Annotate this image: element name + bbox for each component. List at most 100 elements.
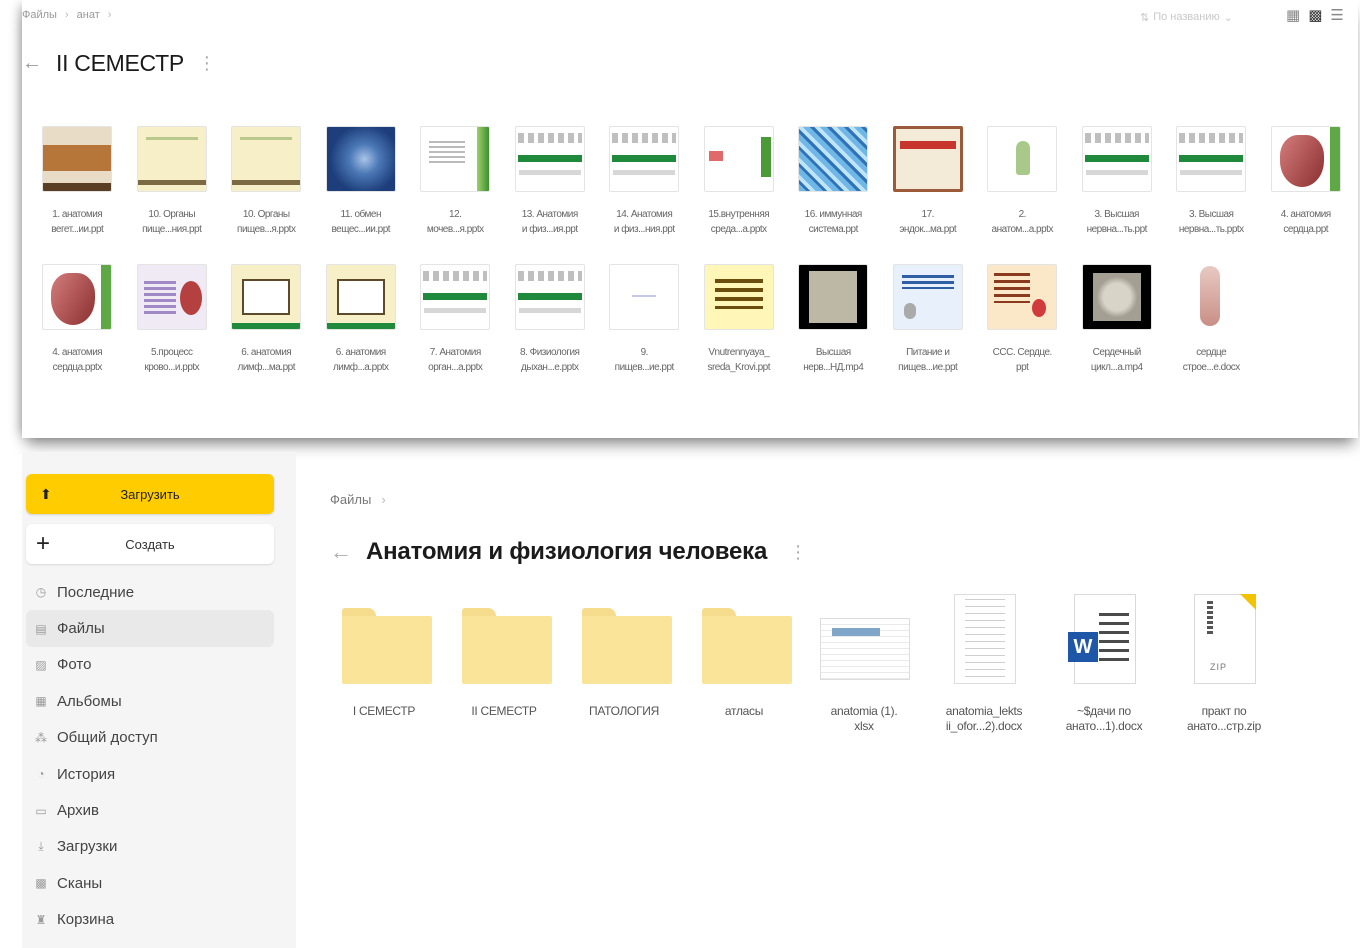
file-tile[interactable]: 8. Физиология дыхан...e.pptx (503, 264, 598, 375)
file-tile[interactable]: 10. Органы пищев...я.pptx (219, 126, 314, 237)
file-name: 6. анатомия лимф...ма.ppt (237, 347, 296, 373)
list-view-icon[interactable]: ☰ (1330, 6, 1343, 24)
document-icon: W (1056, 592, 1152, 692)
sort-icon: ⇅ (1140, 12, 1150, 24)
sidebar-nav: ◷ Последние ▤ Файлы ▨ Фото ▦ Альбомы ⁂ Общий дост… (26, 574, 274, 938)
folder-icon (576, 592, 672, 692)
file-thumbnail (609, 264, 680, 330)
sidebar-item[interactable]: ▩ Сканы (26, 865, 274, 901)
page-title: II СЕМЕСТР (56, 50, 184, 76)
file-tile[interactable]: 17. эндок...ма.ppt (881, 126, 976, 237)
sidebar-item-label: Загрузки (57, 838, 118, 856)
file-tile[interactable]: 7. Анатомия орган...a.pptx (408, 264, 503, 375)
folder-icon (336, 592, 432, 692)
file-tile[interactable]: Высшая нерв...НД.mp4 (786, 264, 881, 375)
file-tile[interactable]: ССС. Сердце. ppt (975, 264, 1070, 375)
file-tile[interactable]: 11. обмен вещес...ии.ppt (314, 126, 409, 237)
file-tile[interactable]: Vnutrennyaya_ sreda_Krovi.ppt (692, 264, 787, 375)
chevron-down-icon: ⌄ (1223, 12, 1233, 24)
file-name: атласы (724, 704, 764, 718)
upload-button[interactable]: ⬆ Загрузить (26, 474, 274, 514)
top-breadcrumb-current[interactable]: анат (77, 9, 100, 21)
folder-tile[interactable]: атласы (684, 592, 804, 734)
file-tile[interactable]: anatomia_lekts ii_ofor...2).docx (924, 592, 1044, 734)
file-name: 11. обмен вещес...ии.ppt (331, 209, 391, 235)
file-thumbnail (609, 126, 680, 192)
back-arrow-icon[interactable]: ← (330, 539, 352, 565)
file-thumbnail (42, 126, 113, 192)
sidebar-item[interactable]: ▤ Файлы (26, 610, 274, 647)
file-tile[interactable]: 1. анатомия вегет...ии.ppt (30, 126, 125, 237)
file-name: 13. Анатомия и физ...ия.ppt (521, 209, 579, 235)
upload-button-label: Загрузить (120, 486, 180, 502)
file-tile[interactable]: 16. иммунная система.ppt (786, 126, 881, 237)
sidebar-item-label: Файлы (57, 620, 105, 638)
sidebar-item[interactable]: ◔ История (26, 756, 274, 792)
file-thumbnail (1270, 126, 1341, 192)
file-thumbnail (514, 126, 585, 192)
file-tile[interactable]: W ~$дачи по анато...1).docx (1044, 592, 1164, 734)
file-name: 15.внутренняя среда...a.pptx (708, 209, 770, 235)
file-name: Высшая нерв...НД.mp4 (803, 347, 864, 373)
sidebar-item[interactable]: ▨ Фото (26, 647, 274, 683)
sidebar-item[interactable]: ▦ Альбомы (26, 683, 274, 719)
sidebar-item[interactable]: ◷ Последние (26, 574, 274, 610)
sidebar-item[interactable]: ⁂ Общий доступ (26, 720, 274, 756)
file-tile[interactable]: 12. мочев...я.pptx (408, 126, 503, 237)
file-tile[interactable]: ZIP практ по анато...стр.zip (1164, 592, 1284, 734)
file-tile[interactable]: 13. Анатомия и физ...ия.ppt (503, 126, 598, 237)
trash-icon: ♜ (35, 912, 47, 927)
file-tile[interactable]: 6. анатомия лимф...а.pptx (314, 264, 409, 375)
breadcrumb-separator: › (381, 492, 386, 507)
file-name: 1. анатомия вегет...ии.ppt (51, 209, 104, 235)
view-switcher: ▦ ▩ ☰ (1286, 6, 1344, 24)
downloads-icon: ⤓ (38, 839, 44, 854)
file-tile[interactable]: Питание и пищев...ие.ppt (881, 264, 976, 375)
file-tile[interactable]: 10. Органы пище...ния.ppt (125, 126, 220, 237)
file-name: 9. пищев...ие.ppt (614, 347, 675, 373)
folder-icon (696, 592, 792, 692)
file-tile[interactable]: сердце строе...e.docx (1164, 264, 1259, 375)
file-tile[interactable]: 3. Высшая нервна...ть.pptx (1164, 126, 1259, 237)
create-button[interactable]: + Создать (26, 524, 274, 564)
breadcrumb-root[interactable]: Файлы (330, 492, 371, 507)
file-name: Сердечный цикл...a.mp4 (1090, 347, 1143, 373)
sort-dropdown[interactable]: ⇅ По названию ⌄ (1140, 11, 1233, 24)
file-tile[interactable]: 14. Анатомия и физ...ния.ppt (597, 126, 692, 237)
more-options-icon[interactable]: ⋮ (789, 542, 807, 563)
top-breadcrumb-root[interactable]: Файлы (22, 9, 57, 21)
grid-view-icon[interactable]: ▩ (1308, 6, 1322, 24)
file-tile[interactable]: 4. анатомия сердца.ppt (1259, 126, 1354, 237)
back-arrow-icon[interactable]: ← (22, 52, 42, 75)
file-thumbnail (1176, 126, 1247, 192)
file-tile[interactable]: anatomia (1). xlsx (804, 592, 924, 734)
sidebar-item[interactable]: ⤓ Загрузки (26, 829, 274, 865)
title-row: ← Анатомия и физиология человека ⋮ (330, 538, 807, 566)
file-tile[interactable]: Сердечный цикл...a.mp4 (1070, 264, 1165, 375)
file-thumbnail (987, 264, 1058, 330)
shared-icon: ⁂ (35, 730, 47, 745)
folder-tile[interactable]: II СЕМЕСТР (444, 592, 564, 734)
more-options-icon[interactable]: ⋮ (198, 53, 216, 74)
folder-tile[interactable]: I СЕМЕСТР (324, 592, 444, 734)
sidebar-item[interactable]: ♜ Корзина (26, 902, 274, 938)
file-thumbnail (1081, 126, 1152, 192)
file-tile[interactable]: 2. анатом...a.pptx (975, 126, 1070, 237)
file-name: 3. Высшая нервна...ть.pptx (1178, 209, 1244, 235)
sidebar-item-label: История (57, 765, 116, 783)
folder-tile[interactable]: ПАТОЛОГИЯ (564, 592, 684, 734)
file-tile[interactable]: 5.процесс крово...и.pptx (125, 264, 220, 375)
file-grid-row-2: 4. анатомия сердца.pptx 5.процесс крово..… (30, 264, 1259, 375)
file-tile[interactable]: 6. анатомия лимф...ма.ppt (219, 264, 314, 375)
document-icon (816, 592, 912, 692)
file-name: 17. эндок...ма.ppt (899, 209, 957, 235)
file-tile[interactable]: 9. пищев...ие.ppt (597, 264, 692, 375)
file-tile[interactable]: 3. Высшая нервна...ть.ppt (1070, 126, 1165, 237)
file-name: ССС. Сердце. ppt (992, 347, 1053, 373)
plus-icon: + (36, 530, 51, 557)
sidebar-item[interactable]: ▭ Архив (26, 792, 274, 828)
top-breadcrumb: Файлы › анат › (22, 9, 111, 21)
file-tile[interactable]: 4. анатомия сердца.pptx (30, 264, 125, 375)
file-tile[interactable]: 15.внутренняя среда...a.pptx (692, 126, 787, 237)
large-tiles-view-icon[interactable]: ▦ (1286, 6, 1300, 24)
